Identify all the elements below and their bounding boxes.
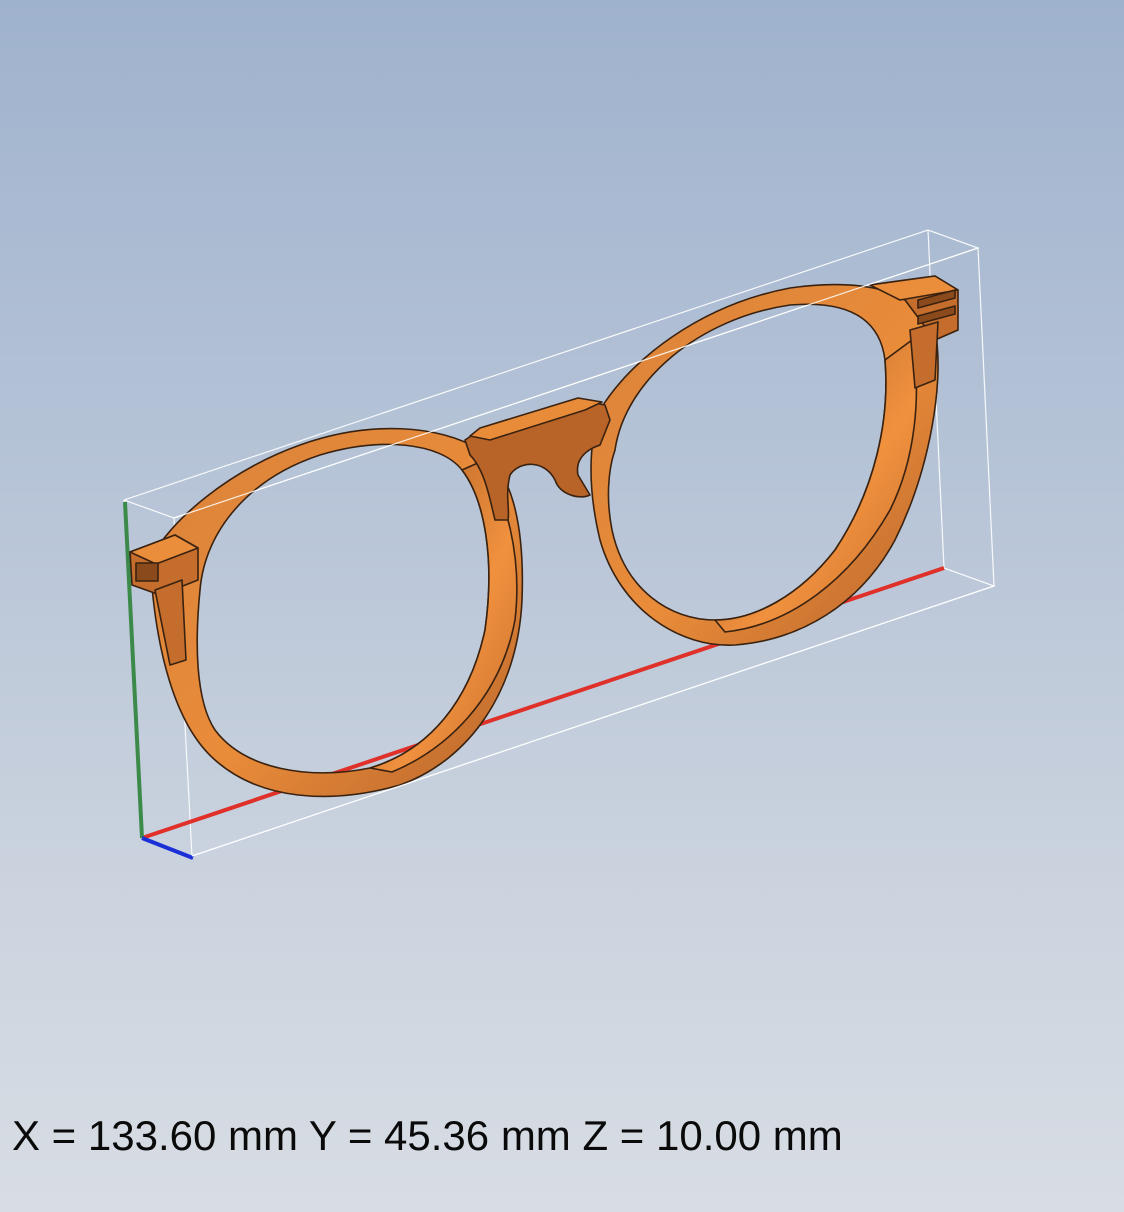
x-unit: mm: [216, 1112, 299, 1159]
left-lens-rim: [149, 427, 524, 798]
right-temple-arm-edge: [909, 321, 939, 389]
y-value: 45.36: [384, 1112, 490, 1159]
model-scene[interactable]: [0, 0, 1124, 1212]
y-unit: mm: [489, 1112, 571, 1159]
z-label: Z =: [570, 1112, 657, 1159]
dimension-readout: X = 133.60 mm Y = 45.36 mm Z = 10.00 mm: [12, 1112, 843, 1160]
3d-viewport[interactable]: X = 133.60 mm Y = 45.36 mm Z = 10.00 mm: [0, 0, 1124, 1212]
eyeglasses-frame[interactable]: [129, 275, 959, 798]
x-label: X =: [12, 1112, 88, 1159]
z-axis-line: [141, 836, 194, 860]
left-hinge-slot: [135, 562, 159, 582]
z-value: 10.00: [656, 1112, 762, 1159]
y-label: Y =: [298, 1112, 385, 1159]
x-value: 133.60: [87, 1112, 217, 1159]
z-unit: mm: [761, 1112, 843, 1159]
